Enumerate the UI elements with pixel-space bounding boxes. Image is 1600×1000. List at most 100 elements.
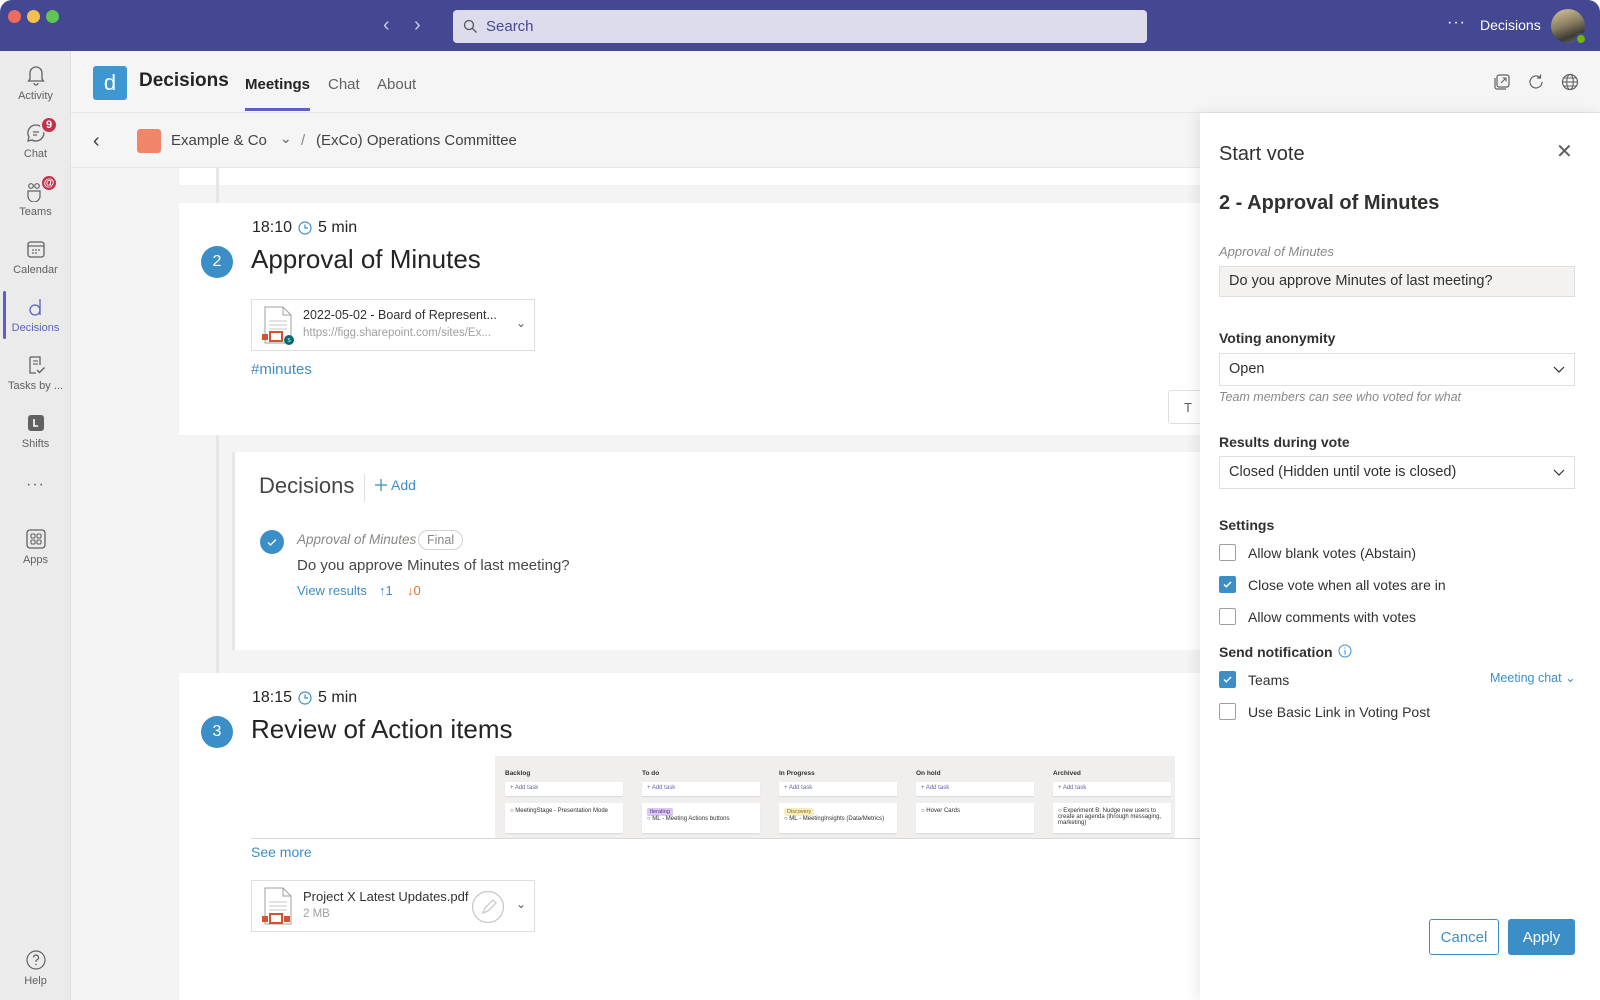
rail-item-activity[interactable]: Activity [0, 55, 71, 111]
anonymity-select[interactable]: Open [1219, 353, 1575, 386]
rail-label: Chat [23, 148, 48, 160]
breadcrumb-separator: / [301, 132, 306, 149]
rail-label: Shifts [21, 438, 50, 450]
plus-icon [375, 479, 387, 491]
pptx-file-icon: S [262, 306, 294, 345]
tab-chat[interactable]: Chat [328, 76, 360, 93]
forward-arrow-icon[interactable]: › [414, 15, 421, 35]
close-window-button[interactable] [8, 10, 21, 23]
attachment-card[interactable]: S 2022-05-02 - Board of Represent... htt… [251, 299, 535, 351]
chevron-down-icon[interactable]: ⌄ [516, 897, 526, 911]
more-options-button[interactable]: ··· [1447, 14, 1466, 32]
votes-up-count: 1 [385, 583, 393, 598]
popout-icon[interactable] [1493, 73, 1511, 91]
chevron-down-icon: ⌄ [1565, 671, 1576, 685]
info-icon[interactable] [1338, 644, 1352, 658]
breadcrumb-committee[interactable]: (ExCo) Operations Committee [316, 132, 517, 149]
add-label: Add [391, 477, 416, 493]
task-card: Iterating ○ ML - Meeting Actions buttons [642, 803, 760, 833]
rail-item-decisions[interactable]: Decisions [0, 287, 71, 343]
results-select[interactable]: Closed (Hidden until vote is closed) [1219, 456, 1575, 489]
checkbox[interactable] [1219, 576, 1236, 593]
more-icon: ··· [26, 476, 45, 493]
checkbox[interactable] [1219, 671, 1236, 688]
rail-label: Decisions [11, 322, 60, 334]
votes-up: ↑1 [379, 583, 393, 598]
rail-item-calendar[interactable]: Calendar [0, 229, 71, 285]
attachment-name: Project X Latest Updates.pdf [303, 889, 469, 904]
globe-icon[interactable] [1561, 73, 1579, 91]
task-label: Iterating [647, 808, 673, 816]
avatar[interactable] [1551, 9, 1587, 45]
decisions-heading: Decisions [259, 473, 355, 498]
panel-subtitle: 2 - Approval of Minutes [1219, 192, 1440, 214]
checkbox[interactable] [1219, 544, 1236, 561]
rail-label: Apps [22, 554, 49, 566]
rail-item-shifts[interactable]: Shifts [0, 403, 71, 459]
checkmark-icon [1223, 581, 1232, 588]
shifts-icon [27, 415, 44, 431]
agenda-item-title: Approval of Minutes [251, 244, 481, 274]
planner-board-preview[interactable]: Backlog + Add task ○ MeetingStage - Pres… [495, 756, 1175, 838]
see-more-link[interactable]: See more [251, 844, 312, 860]
search-input[interactable]: Search [453, 10, 1147, 43]
close-icon[interactable]: ✕ [1556, 139, 1573, 164]
anonymity-hint: Team members can see who voted for what [1219, 390, 1462, 404]
panel-title: Start vote [1219, 143, 1305, 165]
decision-status-icon [260, 530, 284, 554]
chevron-down-icon[interactable]: ⌄ [516, 316, 526, 330]
planner-column: Archived + Add task ○ Experiment B: Nudg… [1053, 770, 1171, 833]
setting-allow-blank[interactable]: Allow blank votes (Abstain) [1219, 544, 1416, 561]
back-button[interactable]: ‹ [93, 130, 100, 153]
rail-item-tasks[interactable]: Tasks by ... [0, 345, 71, 401]
planner-column: To do + Add task Iterating ○ ML - Meeting… [642, 770, 760, 833]
agenda-item-title: Review of Action items [251, 714, 513, 744]
back-arrow-icon[interactable]: ‹ [383, 15, 390, 35]
checkbox-label: Allow blank votes (Abstain) [1248, 544, 1417, 561]
maximize-window-button[interactable] [46, 10, 59, 23]
rail-item-apps[interactable]: Apps [0, 519, 71, 575]
clock-icon [298, 221, 312, 235]
annotate-icon[interactable] [471, 890, 505, 924]
checkbox[interactable] [1219, 608, 1236, 625]
attachment-card[interactable]: Project X Latest Updates.pdf 2 MB ⌄ [251, 880, 535, 932]
view-results-link[interactable]: View results [297, 583, 367, 598]
cancel-button[interactable]: Cancel [1429, 919, 1499, 955]
breadcrumb: ‹ Example & Co ⌄ / (ExCo) Operations Com… [71, 113, 1200, 168]
rail-item-help[interactable]: Help [0, 940, 71, 996]
clock-icon [298, 691, 312, 705]
add-decision-button[interactable]: Add [374, 477, 416, 493]
tasks-icon [28, 356, 45, 374]
setting-allow-comments[interactable]: Allow comments with votes [1219, 608, 1416, 625]
notify-basic-link[interactable]: Use Basic Link in Voting Post [1219, 703, 1430, 720]
rail-item-more[interactable]: ··· [0, 457, 71, 513]
question-input[interactable]: Do you approve Minutes of last meeting? [1219, 266, 1575, 297]
mention-badge: @ [40, 174, 58, 192]
checkbox-label: Teams [1248, 671, 1290, 688]
planner-column: In Progress + Add task Discovery ○ ML - M… [779, 770, 897, 833]
checkbox-label: Allow comments with votes [1248, 608, 1417, 625]
results-label: Results during vote [1219, 434, 1350, 450]
task-title: ML - Meeting Actions buttons [652, 816, 730, 822]
planner-column: Backlog + Add task ○ MeetingStage - Pres… [505, 770, 623, 833]
minimize-window-button[interactable] [27, 10, 40, 23]
hashtag-link[interactable]: #minutes [251, 361, 312, 378]
tab-about[interactable]: About [377, 76, 416, 93]
notify-teams[interactable]: Teams [1219, 671, 1289, 688]
rail-item-chat[interactable]: Chat 9 [0, 113, 71, 169]
partial-action-button[interactable]: T [1168, 390, 1200, 424]
rail-item-teams[interactable]: Teams @ [0, 171, 71, 227]
apply-button[interactable]: Apply [1508, 919, 1575, 955]
tab-meetings[interactable]: Meetings [245, 76, 310, 93]
breadcrumb-org[interactable]: Example & Co [171, 132, 267, 149]
checkbox[interactable] [1219, 703, 1236, 720]
notification-label: Send notification [1219, 644, 1333, 660]
chevron-down-icon [1553, 469, 1565, 476]
pdf-file-icon [262, 887, 292, 925]
chevron-down-icon[interactable]: ⌄ [280, 130, 292, 147]
agenda-item-number: 2 [201, 246, 233, 278]
app-title: Decisions [139, 70, 229, 91]
channel-select[interactable]: Meeting chat ⌄ [1490, 670, 1576, 685]
setting-close-when-all-in[interactable]: Close vote when all votes are in [1219, 576, 1446, 593]
refresh-icon[interactable] [1527, 73, 1545, 91]
